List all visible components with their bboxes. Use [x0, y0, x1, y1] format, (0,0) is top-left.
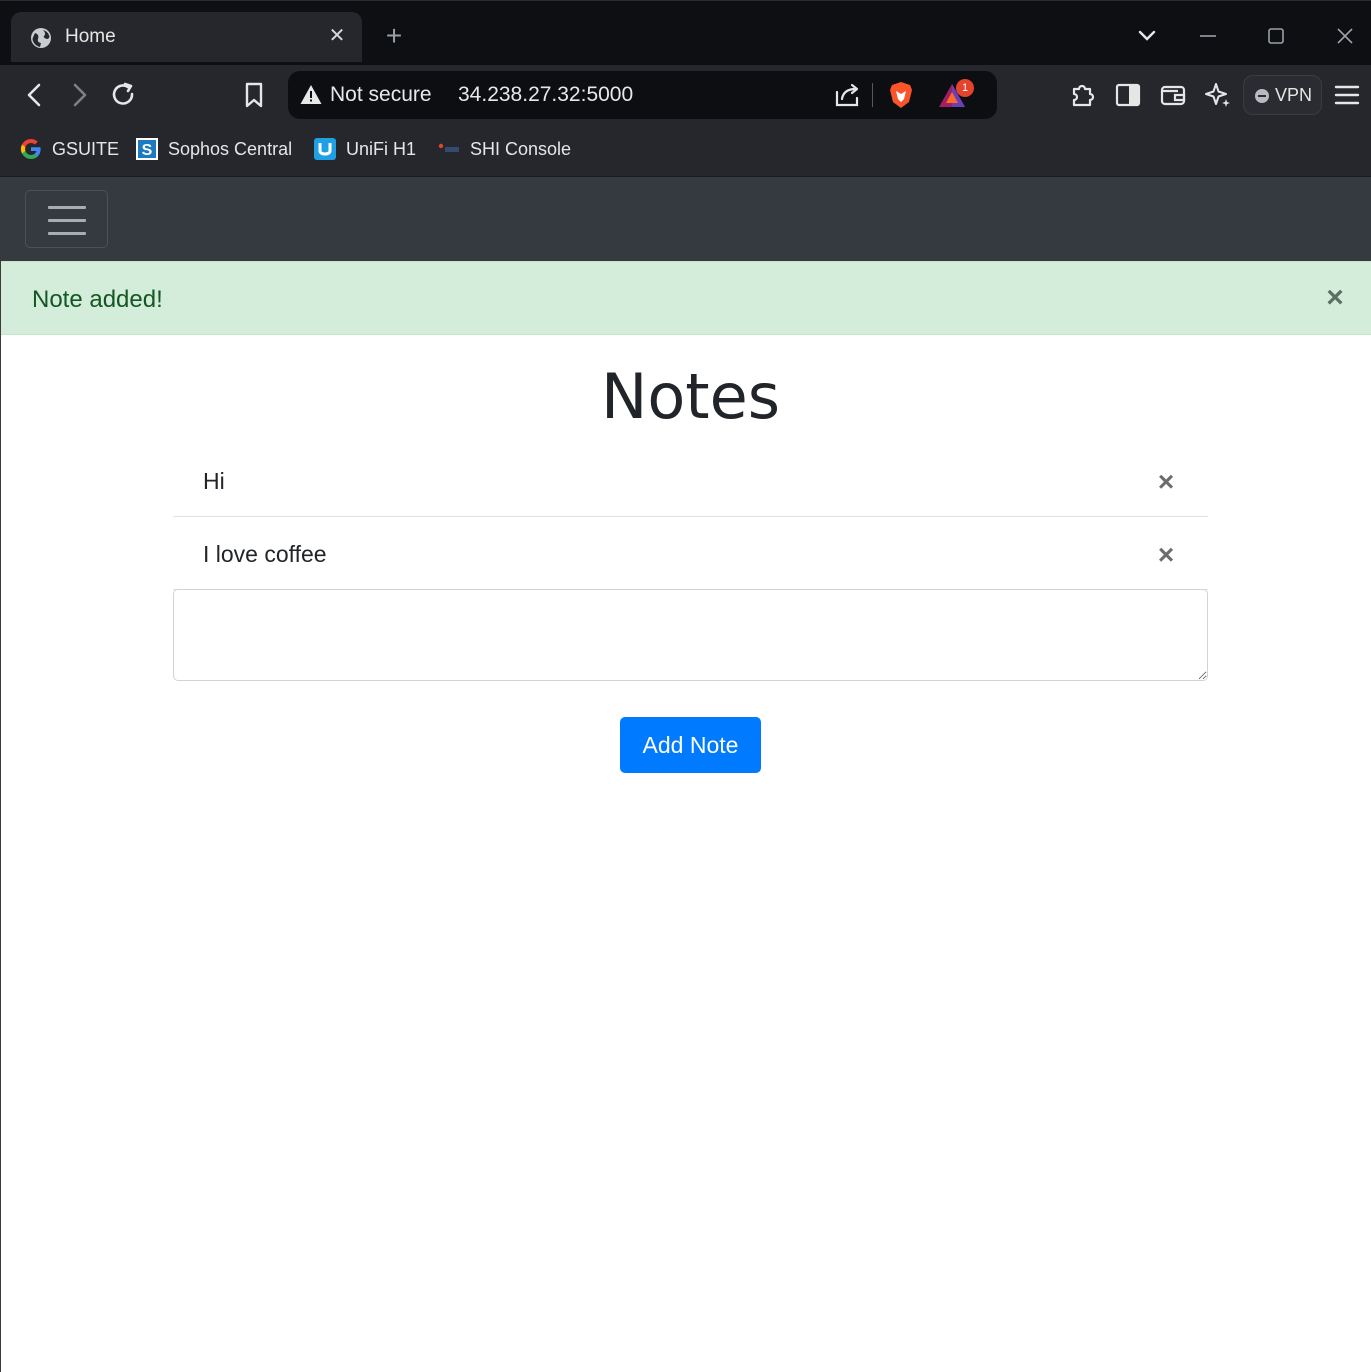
list-item: Hi × [173, 444, 1208, 517]
url-text[interactable]: 34.238.27.32:5000 [458, 83, 633, 107]
bookmark-label: GSUITE [52, 138, 120, 159]
bookmark-label: UniFi H1 [346, 138, 417, 159]
note-text: Hi [203, 468, 225, 494]
new-tab-button[interactable]: + [381, 22, 407, 50]
delete-note-icon[interactable]: × [1154, 541, 1178, 569]
bookmark-unifi-h1[interactable]: UniFi H1 [313, 136, 416, 162]
bookmark-shi-console[interactable]: SHI Console [437, 136, 571, 162]
alert-close-icon[interactable]: × [1321, 283, 1349, 313]
notes-list: Hi × I love coffee × [173, 444, 1208, 590]
app-navbar [0, 177, 1371, 261]
vpn-label: VPN [1275, 85, 1313, 105]
brave-rewards-button[interactable]: 1 [936, 77, 974, 113]
wallet-icon[interactable] [1158, 80, 1188, 110]
reload-icon[interactable] [109, 80, 139, 110]
tab-search-chevron-icon[interactable] [1132, 21, 1162, 51]
bookmark-label: SHI Console [470, 138, 572, 159]
share-icon[interactable] [832, 80, 862, 110]
browser-toolbar: Not secure 34.238.27.32:5000 1 VPN [0, 65, 1371, 125]
alert-message: Note added! [32, 286, 163, 313]
omnibox-divider [872, 83, 873, 107]
success-alert: Note added! × [1, 261, 1371, 335]
warning-icon[interactable] [300, 84, 322, 106]
globe-icon [31, 28, 51, 48]
bookmarks-bar: GSUITE S Sophos Central UniFi H1 SHI Con… [0, 125, 1371, 177]
close-window-icon[interactable] [1330, 21, 1360, 51]
sidebar-icon[interactable] [1113, 80, 1143, 110]
shi-icon [438, 143, 459, 152]
bookmark-sophos-central[interactable]: S Sophos Central [135, 136, 292, 162]
delete-note-icon[interactable]: × [1154, 468, 1178, 496]
svg-text:S: S [142, 142, 153, 159]
tab-title: Home [65, 26, 116, 47]
bookmark-icon[interactable] [239, 80, 269, 110]
address-bar[interactable]: Not secure 34.238.27.32:5000 1 [288, 71, 997, 119]
unifi-icon [314, 138, 336, 160]
leo-ai-icon[interactable] [1203, 80, 1233, 110]
page-title: Notes [600, 360, 781, 433]
tab-close-icon[interactable]: ✕ [326, 25, 348, 47]
note-textarea[interactable] [173, 589, 1208, 681]
navbar-toggler-button[interactable] [25, 190, 108, 248]
menu-icon[interactable] [1332, 80, 1362, 110]
browser-tab[interactable]: Home ✕ [11, 12, 362, 62]
hamburger-bar [48, 206, 86, 209]
maximize-icon[interactable] [1261, 21, 1291, 51]
vpn-button[interactable]: VPN [1243, 75, 1322, 115]
list-item: I love coffee × [173, 517, 1208, 590]
extensions-icon[interactable] [1068, 80, 1098, 110]
rewards-badge: 1 [956, 79, 974, 97]
sophos-icon: S [136, 138, 158, 160]
minimize-icon[interactable] [1193, 21, 1223, 51]
google-icon [20, 139, 41, 159]
hamburger-bar [48, 232, 86, 235]
brave-shields-icon[interactable] [886, 80, 916, 110]
bookmark-gsuite[interactable]: GSUITE [19, 136, 119, 162]
back-icon[interactable] [20, 80, 50, 110]
security-label[interactable]: Not secure [330, 83, 432, 107]
browser-tab-strip: Home ✕ + [0, 0, 1371, 65]
hamburger-bar [48, 219, 86, 222]
add-note-button[interactable]: Add Note [620, 717, 761, 773]
note-text: I love coffee [203, 541, 327, 567]
forward-icon[interactable] [64, 80, 94, 110]
bookmark-label: Sophos Central [168, 138, 293, 159]
vpn-status-icon [1255, 89, 1269, 103]
